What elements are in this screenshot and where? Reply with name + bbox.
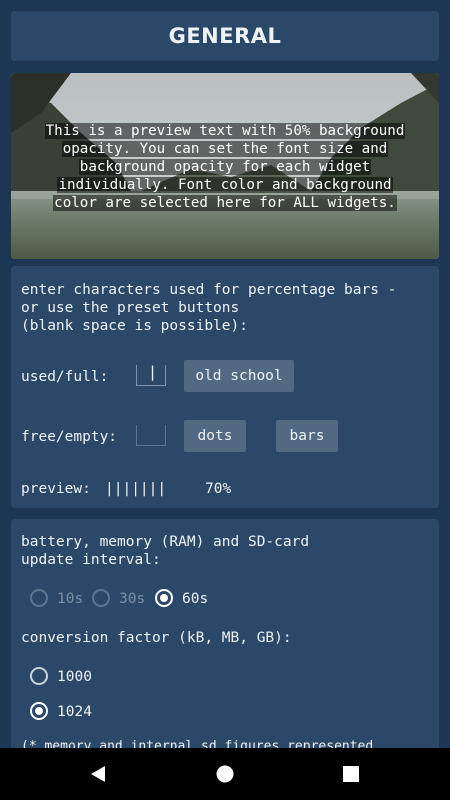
radio-60s-label: 60s — [182, 591, 209, 607]
free-empty-input[interactable] — [136, 425, 166, 446]
old-school-button[interactable]: old school — [184, 360, 294, 392]
conversion-factor-label: conversion factor (kB, MB, GB): — [21, 630, 292, 646]
page-title: GENERAL — [11, 11, 439, 61]
preview-text: This is a preview text with 50% backgrou… — [44, 123, 406, 211]
radio-1000-label: 1000 — [57, 669, 92, 685]
radio-30s-label: 30s — [119, 591, 146, 607]
update-interval-card: battery, memory (RAM) and SD-card update… — [11, 519, 439, 759]
preview-label: preview: — [21, 481, 91, 497]
back-icon[interactable] — [89, 765, 107, 783]
recents-icon[interactable] — [343, 766, 359, 782]
radio-1000[interactable] — [30, 667, 48, 685]
preview-percent: 70% — [205, 481, 232, 497]
system-navigation-bar — [0, 748, 450, 800]
radio-10s-label: 10s — [57, 591, 84, 607]
percentage-bars-card: enter characters used for percentage bar… — [11, 266, 439, 508]
used-full-input[interactable]: | — [136, 363, 166, 386]
dots-button[interactable]: dots — [184, 420, 246, 452]
radio-60s[interactable] — [155, 589, 173, 607]
radio-1024[interactable] — [30, 702, 48, 720]
radio-1024-label: 1024 — [57, 704, 92, 720]
radio-30s[interactable] — [92, 589, 110, 607]
preview-bar: ||||||| — [105, 481, 167, 497]
radio-10s[interactable] — [30, 589, 48, 607]
bars-intro-text: enter characters used for percentage bar… — [21, 282, 397, 334]
widget-preview: This is a preview text with 50% backgrou… — [11, 73, 439, 259]
home-icon[interactable] — [216, 765, 234, 783]
bars-button[interactable]: bars — [276, 420, 338, 452]
update-interval-label: battery, memory (RAM) and SD-card update… — [21, 534, 310, 568]
used-full-label: used/full: — [21, 369, 109, 385]
free-empty-label: free/empty: — [21, 429, 118, 445]
